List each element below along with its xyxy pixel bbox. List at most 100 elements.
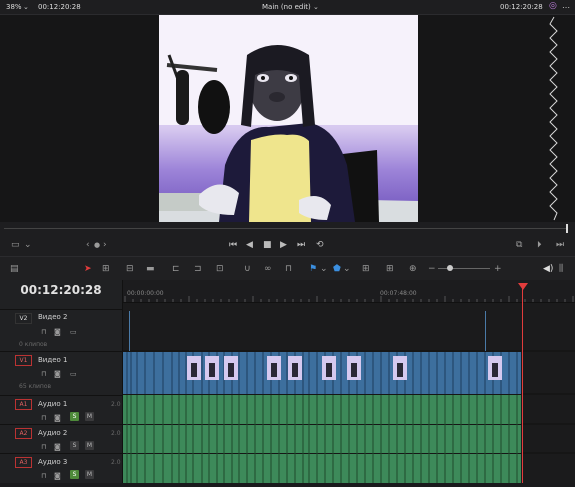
- track-tag[interactable]: V2: [15, 313, 32, 324]
- go-start-icon[interactable]: ⏮: [229, 240, 237, 250]
- monitor-icon[interactable]: ▭: [70, 327, 77, 337]
- zoom-level[interactable]: 38%: [6, 3, 22, 11]
- solo-button[interactable]: S: [70, 441, 79, 450]
- viewer-layout-icon[interactable]: ▭: [11, 240, 20, 250]
- track-tag[interactable]: A1: [15, 399, 32, 410]
- camera-icon[interactable]: ◙: [54, 442, 61, 452]
- marker-icon[interactable]: ⬟: [333, 264, 341, 274]
- clip-thumbnail-figure: [492, 363, 498, 377]
- zoom-full-icon[interactable]: ⊞: [362, 264, 370, 274]
- blade-tool-icon[interactable]: ▬: [146, 264, 155, 274]
- next-arrow-icon[interactable]: ›: [103, 240, 107, 250]
- flag-icon[interactable]: ⚑: [309, 264, 317, 274]
- lock-icon[interactable]: ⊓: [41, 471, 46, 481]
- color-wheel-icon[interactable]: ◎: [549, 1, 557, 11]
- track-tag[interactable]: A3: [15, 457, 32, 468]
- next-edit-icon[interactable]: ⏵: [537, 240, 542, 250]
- lock-icon[interactable]: ⊓: [41, 413, 46, 423]
- last-frame-icon[interactable]: ⏭: [556, 240, 564, 250]
- track-header-a1[interactable]: A1 Аудио 1 2.0 ⊓ ◙ S M: [0, 395, 122, 425]
- selection-tool-icon[interactable]: ➤: [84, 264, 92, 274]
- zoom-slider-knob[interactable]: [447, 265, 453, 271]
- track-name[interactable]: Видео 2: [38, 313, 67, 321]
- match-frame-icon[interactable]: ⧉: [516, 240, 522, 250]
- viewer-header: 38% ⌄ 00:12:20:28 Main (no edit) ⌄ 00:12…: [0, 0, 575, 15]
- clip-thumbnail-figure: [397, 363, 403, 377]
- solo-button[interactable]: S: [70, 412, 79, 421]
- step-back-icon[interactable]: ◀: [246, 240, 253, 250]
- snap-icon[interactable]: ∪: [244, 264, 251, 274]
- link-icon[interactable]: ∞: [264, 264, 272, 274]
- track-lanes: [123, 311, 575, 483]
- chevron-down-icon[interactable]: ⌄: [320, 264, 328, 274]
- camera-icon[interactable]: ◙: [54, 413, 61, 423]
- track-header-v1[interactable]: V1 Видео 1 ⊓ ◙ ▭ 65 клипов: [0, 351, 122, 394]
- prev-arrow-icon[interactable]: ‹: [86, 240, 90, 250]
- clip-thumbnail-figure: [228, 363, 234, 377]
- loop-icon[interactable]: ⟲: [316, 240, 324, 250]
- scrub-playhead[interactable]: [566, 224, 568, 233]
- monitor-icon[interactable]: ▭: [70, 369, 77, 379]
- timeline-title[interactable]: Main (no edit): [262, 3, 311, 11]
- clip-thumbnail-figure: [292, 363, 298, 377]
- track-level: 2.0: [111, 430, 121, 437]
- dot-icon[interactable]: ●: [94, 240, 100, 250]
- volume-icon[interactable]: ◀): [543, 264, 553, 274]
- chevron-down-icon[interactable]: ⌄: [23, 3, 29, 11]
- track-level: 2.0: [111, 459, 121, 466]
- track-tag[interactable]: V1: [15, 355, 32, 366]
- step-forward-icon[interactable]: ⏭: [297, 240, 305, 250]
- audio-meter-icon[interactable]: ⫼: [559, 264, 563, 274]
- track-header-a2[interactable]: A2 Аудио 2 2.0 ⊓ ◙ S M: [0, 424, 122, 454]
- solo-button[interactable]: S: [70, 470, 79, 479]
- clip-thumbnail-figure: [351, 363, 357, 377]
- play-icon[interactable]: ▶: [280, 240, 287, 250]
- track-header-a3[interactable]: A3 Аудио 3 2.0 ⊓ ◙ S M: [0, 453, 122, 484]
- zoom-custom-icon[interactable]: ⊕: [409, 264, 417, 274]
- clip-count: 65 клипов: [19, 383, 52, 390]
- clip-thumbnail-figure: [271, 363, 277, 377]
- dynamic-trim-icon[interactable]: ⊟: [126, 264, 134, 274]
- transport-controls: ▭ ⌄ ‹ ● › ⏮ ◀ ■ ▶ ⏭ ⟲ ⧉ ⏵ ⏭: [0, 234, 575, 257]
- mute-button[interactable]: M: [85, 441, 94, 450]
- timeline-ruler[interactable]: 00:00:00:00 00:07:48:00: [123, 280, 575, 303]
- track-tag[interactable]: A2: [15, 428, 32, 439]
- audio-meter-zigzag: [549, 16, 558, 221]
- zoom-detail-icon[interactable]: ⊞: [386, 264, 394, 274]
- playhead-handle[interactable]: [518, 283, 528, 290]
- timeline-view-icon[interactable]: ▤: [10, 264, 19, 274]
- chevron-down-icon[interactable]: ⌄: [24, 240, 32, 250]
- track-name[interactable]: Аудио 2: [38, 429, 67, 437]
- track-name[interactable]: Аудио 3: [38, 458, 67, 466]
- clip-thumbnail-figure: [326, 363, 332, 377]
- video-frame[interactable]: [159, 15, 418, 222]
- track-name[interactable]: Аудио 1: [38, 400, 67, 408]
- more-icon[interactable]: ⋯: [562, 3, 570, 12]
- chevron-down-icon[interactable]: ⌄: [313, 3, 319, 11]
- zoom-in-icon[interactable]: +: [494, 264, 502, 274]
- lock-icon[interactable]: ⊓: [41, 327, 46, 337]
- insert-icon[interactable]: ⊏: [172, 264, 180, 274]
- camera-icon[interactable]: ◙: [54, 369, 61, 379]
- playhead[interactable]: [522, 283, 523, 483]
- timeline-tracks[interactable]: [123, 303, 575, 483]
- mute-button[interactable]: M: [85, 412, 94, 421]
- lock-icon[interactable]: ⊓: [285, 264, 292, 274]
- mute-button[interactable]: M: [85, 470, 94, 479]
- trim-tool-icon[interactable]: ⊞: [102, 264, 110, 274]
- lock-icon[interactable]: ⊓: [41, 369, 46, 379]
- camera-icon[interactable]: ◙: [54, 327, 61, 337]
- track-name[interactable]: Видео 1: [38, 356, 67, 364]
- track-header-v2[interactable]: V2 Видео 2 ⊓ ◙ ▭ 0 клипов: [0, 309, 122, 352]
- timeline-timecode[interactable]: 00:12:20:28: [0, 283, 122, 297]
- zoom-slider[interactable]: [438, 268, 490, 269]
- lock-icon[interactable]: ⊓: [41, 442, 46, 452]
- scrub-bar[interactable]: [0, 222, 575, 234]
- camera-icon[interactable]: ◙: [54, 471, 61, 481]
- chevron-down-icon[interactable]: ⌄: [343, 264, 351, 274]
- overwrite-icon[interactable]: ⊐: [194, 264, 202, 274]
- zoom-out-icon[interactable]: −: [428, 264, 436, 274]
- clip-thumbnail-figure: [191, 363, 197, 377]
- stop-icon[interactable]: ■: [263, 240, 272, 250]
- replace-icon[interactable]: ⊡: [216, 264, 224, 274]
